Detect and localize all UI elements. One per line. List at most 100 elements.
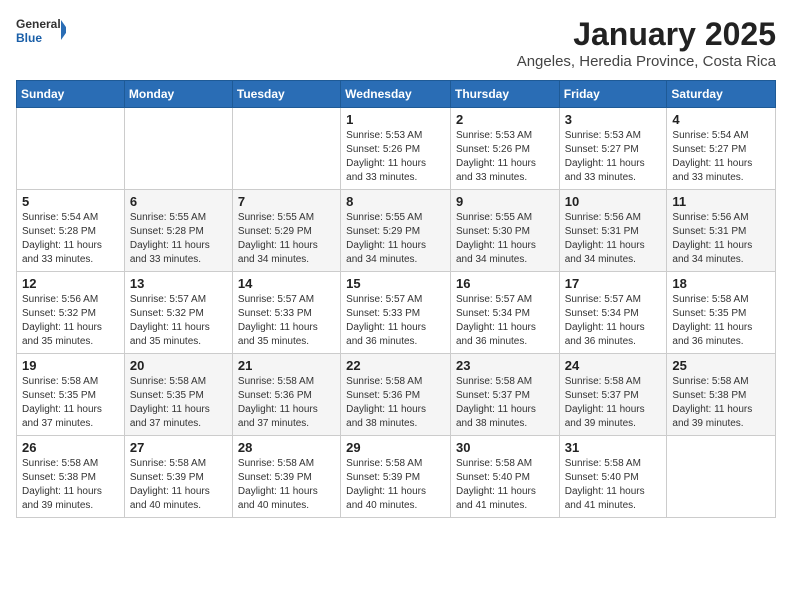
day-number: 4 — [672, 112, 770, 127]
day-number: 24 — [565, 358, 662, 373]
table-row: 5 Sunrise: 5:54 AM Sunset: 5:28 PM Daylig… — [17, 190, 125, 272]
day-number: 28 — [238, 440, 335, 455]
day-info: Sunrise: 5:58 AM Sunset: 5:40 PM Dayligh… — [565, 457, 662, 513]
day-number: 17 — [565, 276, 662, 291]
table-row: 24 Sunrise: 5:58 AM Sunset: 5:37 PM Dayli… — [559, 354, 667, 436]
table-row: 23 Sunrise: 5:58 AM Sunset: 5:37 PM Dayli… — [450, 354, 559, 436]
table-row: 7 Sunrise: 5:55 AM Sunset: 5:29 PM Daylig… — [232, 190, 340, 272]
day-info: Sunrise: 5:58 AM Sunset: 5:40 PM Dayligh… — [456, 457, 554, 513]
day-info: Sunrise: 5:55 AM Sunset: 5:30 PM Dayligh… — [456, 211, 554, 267]
day-number: 30 — [456, 440, 554, 455]
subtitle: Angeles, Heredia Province, Costa Rica — [517, 53, 776, 70]
header-tuesday: Tuesday — [232, 81, 340, 108]
table-row: 20 Sunrise: 5:58 AM Sunset: 5:35 PM Dayli… — [124, 354, 232, 436]
header-thursday: Thursday — [450, 81, 559, 108]
svg-text:General: General — [16, 17, 61, 31]
day-info: Sunrise: 5:54 AM Sunset: 5:28 PM Dayligh… — [22, 211, 119, 267]
day-info: Sunrise: 5:58 AM Sunset: 5:37 PM Dayligh… — [565, 375, 662, 431]
table-row: 12 Sunrise: 5:56 AM Sunset: 5:32 PM Dayli… — [17, 272, 125, 354]
day-number: 8 — [346, 194, 445, 209]
table-row: 14Sunrise: 5:57 AM Sunset: 5:33 PM Dayli… — [232, 272, 340, 354]
day-number: 25 — [672, 358, 770, 373]
table-row — [17, 108, 125, 190]
day-number: 22 — [346, 358, 445, 373]
day-number: 19 — [22, 358, 119, 373]
table-row: 6Sunrise: 5:55 AM Sunset: 5:28 PM Daylig… — [124, 190, 232, 272]
table-row: 16 Sunrise: 5:57 AM Sunset: 5:34 PM Dayli… — [450, 272, 559, 354]
day-number: 20 — [130, 358, 227, 373]
day-info: Sunrise: 5:54 AM Sunset: 5:27 PM Dayligh… — [672, 129, 770, 185]
day-number: 12 — [22, 276, 119, 291]
table-row: 29 Sunrise: 5:58 AM Sunset: 5:39 PM Dayli… — [341, 436, 451, 518]
day-number: 16 — [456, 276, 554, 291]
day-info: Sunrise: 5:53 AM Sunset: 5:26 PM Dayligh… — [456, 129, 554, 185]
calendar-week-row: 5 Sunrise: 5:54 AM Sunset: 5:28 PM Daylig… — [17, 190, 776, 272]
header-sunday: Sunday — [17, 81, 125, 108]
day-number: 23 — [456, 358, 554, 373]
table-row: 30 Sunrise: 5:58 AM Sunset: 5:40 PM Dayli… — [450, 436, 559, 518]
table-row: 21Sunrise: 5:58 AM Sunset: 5:36 PM Dayli… — [232, 354, 340, 436]
day-number: 14 — [238, 276, 335, 291]
day-info: Sunrise: 5:58 AM Sunset: 5:38 PM Dayligh… — [672, 375, 770, 431]
table-row: 8 Sunrise: 5:55 AM Sunset: 5:29 PM Daylig… — [341, 190, 451, 272]
table-row: 1 Sunrise: 5:53 AM Sunset: 5:26 PM Daylig… — [341, 108, 451, 190]
table-row: 9 Sunrise: 5:55 AM Sunset: 5:30 PM Daylig… — [450, 190, 559, 272]
day-info: Sunrise: 5:56 AM Sunset: 5:31 PM Dayligh… — [672, 211, 770, 267]
day-info: Sunrise: 5:58 AM Sunset: 5:39 PM Dayligh… — [130, 457, 227, 513]
table-row: 22Sunrise: 5:58 AM Sunset: 5:36 PM Dayli… — [341, 354, 451, 436]
day-info: Sunrise: 5:53 AM Sunset: 5:26 PM Dayligh… — [346, 129, 445, 185]
day-info: Sunrise: 5:56 AM Sunset: 5:31 PM Dayligh… — [565, 211, 662, 267]
weekday-header-row: Sunday Monday Tuesday Wednesday Thursday… — [17, 81, 776, 108]
table-row: 19 Sunrise: 5:58 AM Sunset: 5:35 PM Dayli… — [17, 354, 125, 436]
title-section: January 2025 Angeles, Heredia Province, … — [517, 16, 776, 70]
calendar-table: Sunday Monday Tuesday Wednesday Thursday… — [16, 80, 776, 518]
table-row: 17 Sunrise: 5:57 AM Sunset: 5:34 PM Dayli… — [559, 272, 667, 354]
day-number: 26 — [22, 440, 119, 455]
day-number: 15 — [346, 276, 445, 291]
day-number: 5 — [22, 194, 119, 209]
logo-svg: General Blue — [16, 16, 66, 44]
day-info: Sunrise: 5:55 AM Sunset: 5:29 PM Dayligh… — [238, 211, 335, 267]
day-info: Sunrise: 5:55 AM Sunset: 5:29 PM Dayligh… — [346, 211, 445, 267]
day-info: Sunrise: 5:58 AM Sunset: 5:39 PM Dayligh… — [346, 457, 445, 513]
table-row: 3Sunrise: 5:53 AM Sunset: 5:27 PM Daylig… — [559, 108, 667, 190]
header-monday: Monday — [124, 81, 232, 108]
day-number: 6 — [130, 194, 227, 209]
day-number: 10 — [565, 194, 662, 209]
table-row — [232, 108, 340, 190]
day-number: 31 — [565, 440, 662, 455]
day-number: 3 — [565, 112, 662, 127]
table-row: 31 Sunrise: 5:58 AM Sunset: 5:40 PM Dayli… — [559, 436, 667, 518]
day-number: 29 — [346, 440, 445, 455]
day-number: 27 — [130, 440, 227, 455]
table-row — [124, 108, 232, 190]
day-number: 1 — [346, 112, 445, 127]
table-row: 2Sunrise: 5:53 AM Sunset: 5:26 PM Daylig… — [450, 108, 559, 190]
day-number: 9 — [456, 194, 554, 209]
logo: General Blue — [16, 16, 66, 44]
table-row: 11 Sunrise: 5:56 AM Sunset: 5:31 PM Dayli… — [667, 190, 776, 272]
main-title: January 2025 — [517, 16, 776, 53]
day-info: Sunrise: 5:56 AM Sunset: 5:32 PM Dayligh… — [22, 293, 119, 349]
day-info: Sunrise: 5:58 AM Sunset: 5:35 PM Dayligh… — [130, 375, 227, 431]
day-info: Sunrise: 5:57 AM Sunset: 5:34 PM Dayligh… — [565, 293, 662, 349]
day-info: Sunrise: 5:57 AM Sunset: 5:34 PM Dayligh… — [456, 293, 554, 349]
table-row: 26Sunrise: 5:58 AM Sunset: 5:38 PM Dayli… — [17, 436, 125, 518]
day-number: 11 — [672, 194, 770, 209]
svg-text:Blue: Blue — [16, 31, 42, 44]
day-info: Sunrise: 5:57 AM Sunset: 5:32 PM Dayligh… — [130, 293, 227, 349]
day-info: Sunrise: 5:58 AM Sunset: 5:37 PM Dayligh… — [456, 375, 554, 431]
day-info: Sunrise: 5:58 AM Sunset: 5:35 PM Dayligh… — [672, 293, 770, 349]
day-number: 7 — [238, 194, 335, 209]
calendar-week-row: 1 Sunrise: 5:53 AM Sunset: 5:26 PM Daylig… — [17, 108, 776, 190]
day-info: Sunrise: 5:58 AM Sunset: 5:35 PM Dayligh… — [22, 375, 119, 431]
day-info: Sunrise: 5:58 AM Sunset: 5:36 PM Dayligh… — [238, 375, 335, 431]
day-number: 18 — [672, 276, 770, 291]
header: General Blue January 2025 Angeles, Hered… — [16, 16, 776, 70]
table-row: 27 Sunrise: 5:58 AM Sunset: 5:39 PM Dayli… — [124, 436, 232, 518]
header-friday: Friday — [559, 81, 667, 108]
day-info: Sunrise: 5:58 AM Sunset: 5:39 PM Dayligh… — [238, 457, 335, 513]
table-row — [667, 436, 776, 518]
table-row: 18 Sunrise: 5:58 AM Sunset: 5:35 PM Dayli… — [667, 272, 776, 354]
table-row: 4 Sunrise: 5:54 AM Sunset: 5:27 PM Daylig… — [667, 108, 776, 190]
